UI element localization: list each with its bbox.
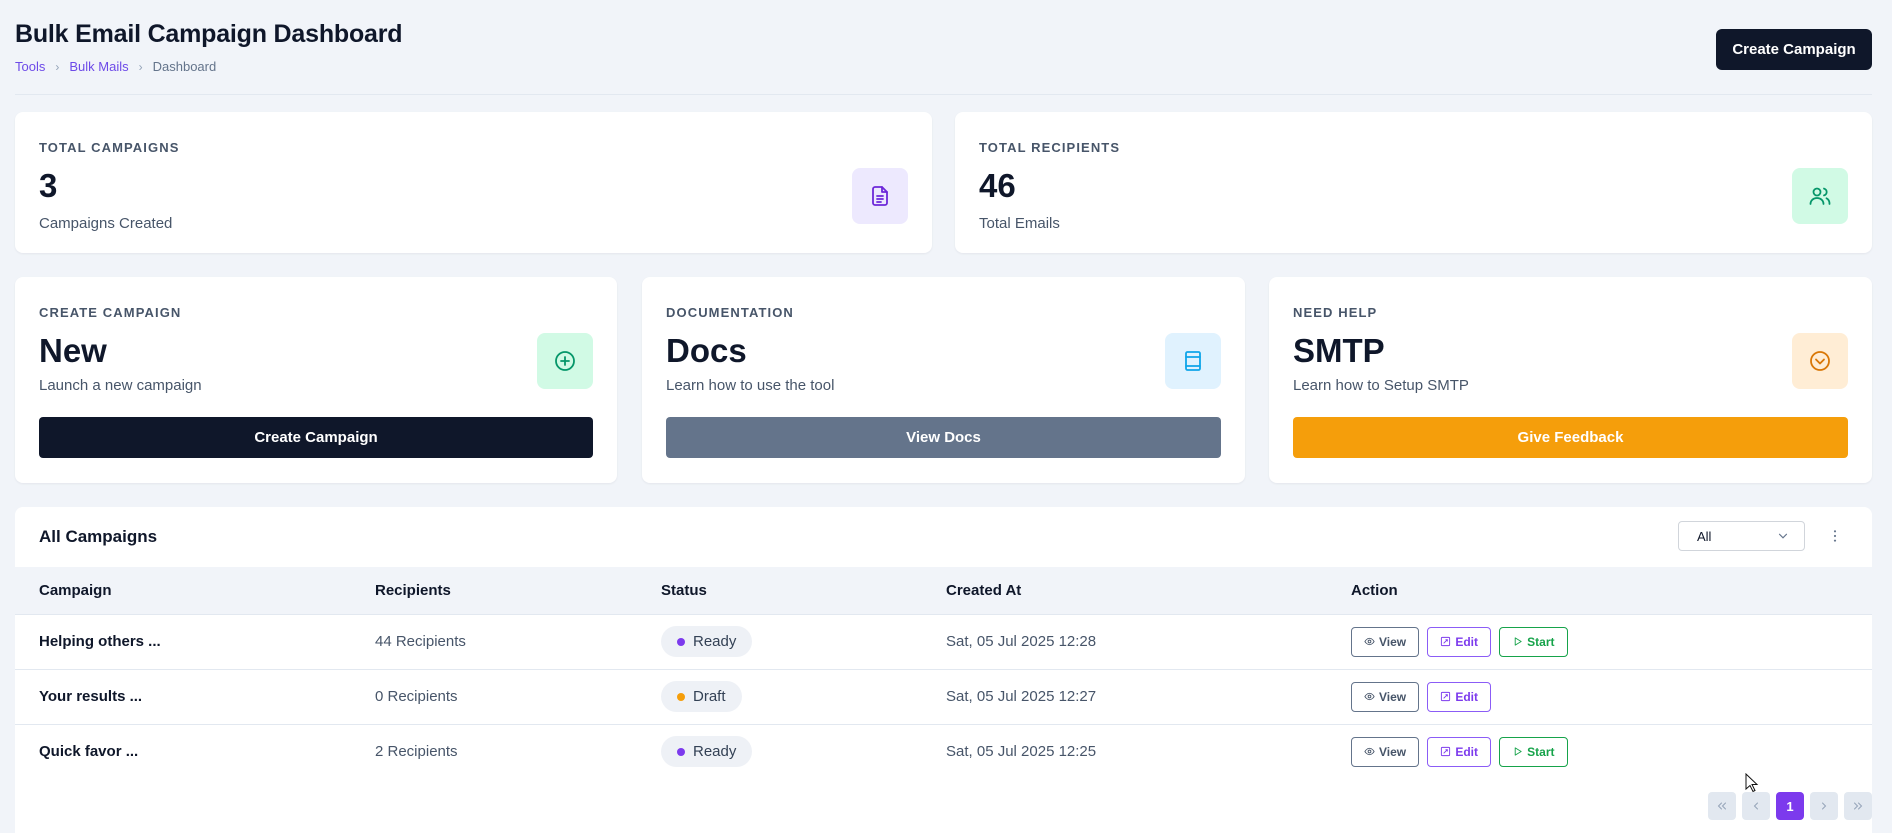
edit-icon [1441,636,1451,647]
status-filter-select[interactable]: All [1678,521,1805,551]
campaign-name[interactable]: Quick favor ... [15,724,375,779]
page-header: Bulk Email Campaign Dashboard Tools › Bu… [15,20,1872,80]
recipients-count: 0 Recipients [375,688,458,705]
play-icon [1514,747,1522,756]
created-at: Sat, 05 Jul 2025 12:28 [946,633,1097,650]
status-dot [677,747,685,756]
campaigns-table-card: All Campaigns All Campaign Recipients St… [15,507,1872,833]
book-icon [1165,333,1221,389]
chevron-right-icon: › [55,59,60,74]
column-header-campaign[interactable]: Campaign [15,567,375,614]
action-card-documentation: DOCUMENTATION Docs Learn how to use the … [642,277,1245,483]
campaigns-table: Campaign Recipients Status Created At Ac… [15,567,1872,779]
chevron-down-icon [1778,533,1788,539]
chevron-circle-icon [1792,333,1848,389]
campaign-name[interactable]: Your results ... [15,669,375,724]
action-value: Docs [666,332,747,369]
breadcrumb-tools[interactable]: Tools [15,59,45,74]
start-button[interactable]: Start [1499,626,1568,657]
filter-value: All [1697,528,1712,544]
eye-icon [1364,637,1375,646]
created-at: Sat, 05 Jul 2025 12:25 [946,743,1097,761]
edit-button[interactable]: Edit [1427,736,1491,767]
action-label: CREATE CAMPAIGN [39,305,182,320]
action-value: SMTP [1293,332,1385,369]
start-button[interactable]: Start [1499,736,1568,767]
column-header-action: Action [1351,581,1398,599]
chevron-right-icon [1822,802,1827,810]
table-title: All Campaigns [39,527,158,546]
stat-value: 3 [39,167,58,204]
stat-label: TOTAL CAMPAIGNS [39,140,180,155]
stat-card-total-recipients: TOTAL RECIPIENTS 46 Total Emails [955,112,1872,253]
eye-icon [1364,692,1375,701]
stat-card-total-campaigns: TOTAL CAMPAIGNS 3 Campaigns Created [15,112,932,253]
status-badge: Ready [661,736,753,768]
breadcrumb-bulk-mails[interactable]: Bulk Mails [69,59,128,74]
action-subtitle: Launch a new campaign [39,377,202,394]
chevron-right-icon: › [138,59,143,74]
edit-button[interactable]: Edit [1427,681,1491,712]
status-label: Ready [693,633,737,650]
mouse-cursor-icon [1745,773,1759,793]
create-campaign-button[interactable]: Create Campaign [1716,29,1872,70]
action-label: NEED HELP [1293,305,1378,320]
next-page-button[interactable] [1810,792,1838,820]
status-label: Ready [693,743,737,761]
breadcrumb-dashboard: Dashboard [152,59,217,74]
users-icon [1792,168,1848,224]
view-button[interactable]: View [1351,736,1420,767]
breadcrumb: Tools › Bulk Mails › Dashboard [15,59,1872,74]
edit-icon [1441,747,1451,757]
stat-label: TOTAL RECIPIENTS [979,140,1121,155]
status-dot [677,692,685,701]
created-at: Sat, 05 Jul 2025 12:27 [946,688,1097,705]
action-card-create-campaign: CREATE CAMPAIGN New Launch a new campaig… [15,277,617,483]
first-page-button[interactable] [1708,792,1736,820]
action-card-need-help: NEED HELP SMTP Learn how to Setup SMTP G… [1269,277,1872,483]
view-button[interactable]: View [1351,681,1420,712]
recipients-count: 44 Recipients [375,633,466,650]
stat-value: 46 [979,167,1016,204]
document-icon [852,168,908,224]
action-subtitle: Learn how to use the tool [666,377,835,394]
chevron-left-icon [1753,802,1758,810]
campaign-name[interactable]: Helping others ... [15,614,375,669]
status-label: Draft [693,688,726,705]
table-row: Quick favor ... 2 Recipients Ready Sat, … [15,724,1872,779]
more-options-icon[interactable] [1825,523,1845,549]
header-divider [15,94,1872,95]
prev-page-button[interactable] [1742,792,1770,820]
status-badge: Ready [661,626,753,657]
table-header-row: Campaign Recipients Status Created At Ac… [15,567,1872,614]
play-icon [1514,637,1522,646]
create-campaign-card-button[interactable]: Create Campaign [39,417,593,458]
table-row: Your results ... 0 Recipients Draft Sat,… [15,669,1872,724]
page-number-button[interactable]: 1 [1776,792,1804,820]
stat-subtitle: Campaigns Created [39,215,173,232]
action-label: DOCUMENTATION [666,305,794,320]
edit-button[interactable]: Edit [1427,626,1491,657]
eye-icon [1364,748,1375,756]
status-dot [677,637,685,646]
table-row: Helping others ... 44 Recipients Ready S… [15,614,1872,669]
page-title: Bulk Email Campaign Dashboard [15,20,403,48]
double-chevron-left-icon [1717,802,1726,810]
action-value: New [39,332,107,369]
status-badge: Draft [661,681,742,712]
view-docs-button[interactable]: View Docs [666,417,1221,458]
action-subtitle: Learn how to Setup SMTP [1293,377,1469,394]
stat-subtitle: Total Emails [979,215,1060,232]
column-header-status[interactable]: Status [661,567,946,614]
edit-icon [1441,691,1451,702]
column-header-recipients[interactable]: Recipients [375,567,661,614]
column-header-created-at[interactable]: Created At [946,567,1351,614]
view-button[interactable]: View [1351,626,1420,657]
last-page-button[interactable] [1844,792,1872,820]
plus-circle-icon [537,333,593,389]
give-feedback-button[interactable]: Give Feedback [1293,417,1848,458]
double-chevron-right-icon [1854,802,1863,810]
pagination: 1 [1708,792,1872,820]
recipients-count: 2 Recipients [375,743,458,761]
